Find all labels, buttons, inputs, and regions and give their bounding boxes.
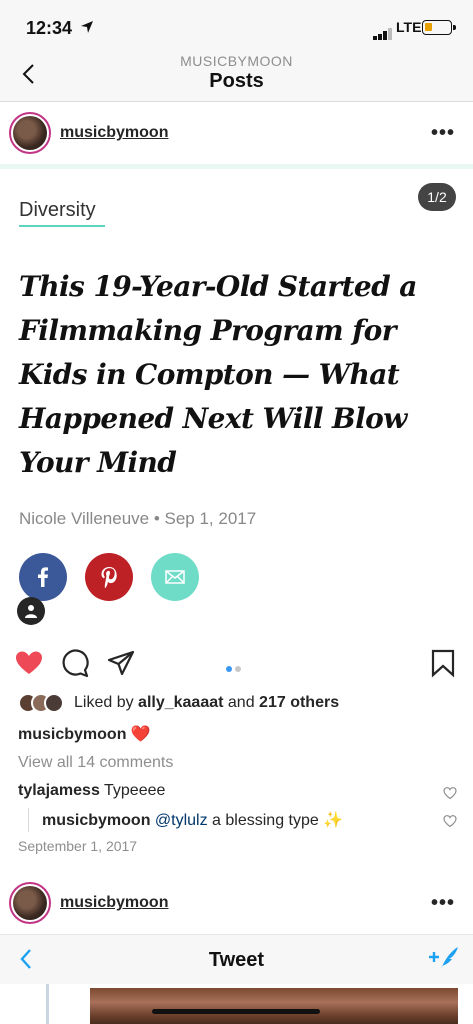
comment-text: Typeeee [99, 782, 166, 799]
share-send-icon[interactable] [106, 648, 136, 678]
post-username[interactable]: musicbymoon [60, 124, 168, 142]
reply-mention[interactable]: @tylulz [150, 812, 208, 829]
category-underline [19, 225, 105, 227]
post-header: musicbymoon ••• [0, 104, 473, 164]
post-actions [0, 646, 473, 680]
status-time: 12:34 [26, 18, 73, 38]
network-label: LTE [396, 19, 422, 35]
nav-header: MUSICBYMOON Posts [0, 53, 473, 102]
comment-like-heart-icon[interactable] [443, 786, 457, 800]
more-options-icon[interactable]: ••• [431, 122, 455, 145]
comment-username[interactable]: tylajamess [18, 782, 100, 799]
carousel-dots [226, 659, 244, 677]
reply-text: a blessing type ✨ [207, 812, 344, 829]
view-all-comments-link[interactable]: View all 14 comments [18, 754, 173, 772]
article-category: Diversity [19, 199, 96, 221]
tagged-people-icon[interactable] [17, 597, 45, 625]
tweet-thread-line [46, 984, 49, 1024]
bookmark-icon[interactable] [428, 648, 458, 678]
article-byline: Nicole Villeneuve • Sep 1, 2017 [19, 509, 257, 528]
comment-item: tylajamess Typeeee [18, 782, 165, 800]
facebook-share-icon [19, 553, 67, 601]
status-bar: 12:34 LTE [0, 0, 473, 56]
signal-strength-icon [373, 22, 393, 40]
compose-tweet-icon [429, 947, 458, 969]
carousel-counter: 1/2 [418, 183, 456, 211]
caption: musicbymoon ❤️ [18, 724, 150, 744]
home-indicator[interactable] [152, 1009, 320, 1014]
caption-text: ❤️ [130, 726, 151, 743]
comment-icon[interactable] [60, 648, 90, 678]
header-subtitle: MUSICBYMOON [180, 53, 293, 69]
avatar[interactable] [9, 112, 51, 154]
reply-username[interactable]: musicbymoon [42, 812, 150, 829]
reply-thread-line [28, 808, 29, 832]
battery-icon [422, 20, 456, 35]
post-username[interactable]: musicbymoon [60, 894, 168, 912]
post-date: September 1, 2017 [18, 838, 138, 854]
likes-count[interactable]: 217 others [259, 694, 339, 711]
more-options-icon[interactable]: ••• [431, 892, 455, 915]
reply-like-heart-icon[interactable] [443, 814, 457, 828]
post-image[interactable]: Diversity 1/2 This 19-Year-Old Started a… [0, 164, 473, 640]
location-arrow-icon [81, 21, 93, 33]
liker-avatar [44, 693, 64, 713]
caption-username[interactable]: musicbymoon [18, 726, 126, 743]
likes-summary[interactable]: Liked by ally_kaaaat and 217 others [18, 691, 458, 715]
liker-username[interactable]: ally_kaaaat [138, 694, 223, 711]
pinterest-share-icon [85, 553, 133, 601]
tweet-screenshot-header: Tweet [0, 934, 473, 984]
post-image-2[interactable] [0, 984, 473, 1024]
article-headline: This 19-Year-Old Started a Filmmaking Pr… [19, 270, 417, 479]
reply-item: musicbymoon @tylulz a blessing type ✨ [42, 810, 343, 830]
email-share-icon [151, 553, 199, 601]
tweet-photo [90, 988, 458, 1024]
page-title: Posts [209, 70, 264, 92]
post-header-2: musicbymoon ••• [0, 874, 473, 934]
likes-text: Liked by ally_kaaaat and 217 others [74, 694, 340, 711]
tweet-title: Tweet [208, 949, 265, 971]
avatar[interactable] [9, 882, 51, 924]
like-heart-icon[interactable] [14, 648, 44, 678]
